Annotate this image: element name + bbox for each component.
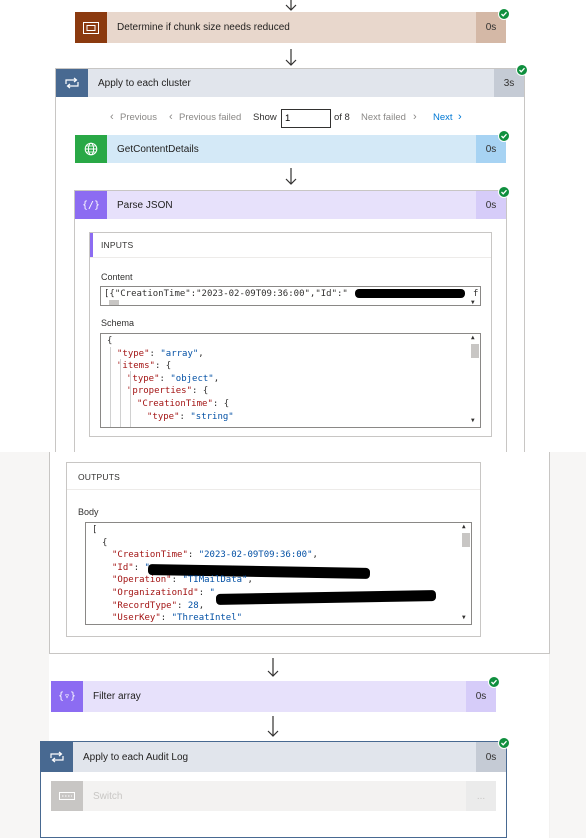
chevron-left-icon: ‹	[169, 111, 173, 123]
success-check-icon	[516, 64, 528, 76]
code-line: "Operation": "TIMailData",	[112, 575, 253, 586]
success-check-icon	[488, 676, 500, 688]
iteration-pager: ‹ Previous ‹ Previous failed Show of 8 N…	[0, 109, 586, 128]
flow-arrow-icon	[266, 658, 280, 677]
code-line: "items": {	[117, 361, 172, 372]
chevron-right-icon: ›	[458, 111, 462, 123]
switch-icon	[51, 781, 83, 811]
code-line: "RecordType": 28,	[112, 600, 205, 611]
previous-button[interactable]: Previous	[120, 112, 157, 123]
flow-arrow-icon	[284, 0, 298, 12]
inputs-header-divider	[90, 257, 491, 258]
inputs-header: INPUTS	[101, 240, 134, 250]
action-title: Apply to each cluster	[98, 77, 191, 89]
schema-scrollbar[interactable]: ▲ ▼	[470, 334, 480, 427]
code-line: "OrganizationId": "	[112, 588, 215, 598]
code-line: {	[107, 336, 113, 346]
body-scrollbar[interactable]: ▲ ▼	[461, 523, 471, 624]
content-label: Content	[101, 272, 133, 282]
code-line: "type": "string"	[147, 411, 234, 422]
more-options-button[interactable]: ...	[466, 781, 496, 811]
loop-icon	[56, 69, 88, 97]
schema-label: Schema	[101, 318, 135, 328]
chevron-up-icon[interactable]: ▲	[471, 334, 475, 341]
body-field[interactable]: ▲ ▼ [ { "CreationTime": "2023-02-09T09:36:…	[85, 522, 472, 625]
action-switch[interactable]: Switch ...	[51, 781, 496, 811]
code-line: "type": "array",	[117, 348, 204, 359]
action-filter-array[interactable]: {▿} Filter array 0s	[51, 681, 496, 712]
inputs-accent	[90, 233, 93, 257]
inputs-panel: INPUTS Content [{"CreationTime":"2023-02…	[89, 232, 492, 437]
chevron-right-icon: ›	[413, 111, 417, 123]
page-count-label: of 8	[334, 112, 350, 123]
code-line: "CreationTime": "2023-02-09T09:36:00",	[112, 550, 318, 561]
success-check-icon	[498, 737, 510, 749]
data-operation-icon: {/}	[75, 191, 107, 219]
scrollbar-thumb[interactable]	[462, 533, 470, 547]
flow-arrow-icon	[284, 168, 298, 185]
code-line: "Id": "	[112, 562, 150, 573]
action-determine-chunk-size[interactable]: Determine if chunk size needs reduced 0s	[75, 12, 506, 43]
redacted-value	[355, 289, 465, 298]
loop-icon	[41, 742, 73, 772]
flow-arrow-icon	[284, 49, 298, 66]
action-title: Determine if chunk size needs reduced	[117, 22, 290, 33]
code-line: "properties": {	[127, 386, 209, 397]
loop-apply-to-each-cluster[interactable]: Apply to each cluster 3s	[56, 69, 524, 97]
action-title: GetContentDetails	[117, 143, 199, 155]
redacted-value	[215, 590, 437, 605]
chevron-down-icon[interactable]: ▼	[471, 299, 475, 305]
schema-field[interactable]: ▲ ▼ {"type": "array", "items": {"type": "…	[100, 333, 481, 428]
content-field[interactable]: [{"CreationTime":"2023-02-09T09:36:00","…	[100, 286, 481, 306]
code-line: "UserKey": "ThreatIntel"	[112, 613, 243, 624]
content-hscroll-thumb[interactable]	[109, 300, 119, 305]
chevron-down-icon[interactable]: ▼	[462, 614, 466, 621]
action-title: Apply to each Audit Log	[83, 751, 189, 763]
next-button[interactable]: Next	[433, 112, 453, 123]
content-value: [{"CreationTime":"2023-02-09T09:36:00","…	[104, 289, 348, 299]
action-parse-json[interactable]: {/} Parse JSON 0s	[75, 191, 506, 219]
loop-apply-to-each-audit-log[interactable]: Apply to each Audit Log 0s	[41, 742, 506, 772]
previous-failed-button[interactable]: Previous failed	[179, 112, 241, 123]
indent-guide	[120, 359, 121, 427]
scrollbar-thumb[interactable]	[471, 344, 479, 358]
indent-guide	[130, 371, 131, 427]
code-line: {	[102, 537, 108, 548]
success-check-icon	[498, 130, 510, 142]
outputs-header-divider	[67, 489, 480, 490]
success-check-icon	[498, 8, 510, 20]
code-line: [	[92, 525, 98, 535]
compose-icon	[75, 12, 107, 43]
action-get-content-details[interactable]: GetContentDetails 0s	[75, 135, 506, 163]
chevron-down-icon[interactable]: ▼	[471, 417, 475, 424]
code-line: "CreationTime": {	[137, 399, 230, 409]
next-failed-button[interactable]: Next failed	[361, 112, 406, 123]
show-label: Show	[253, 112, 277, 123]
outputs-header: OUTPUTS	[78, 472, 121, 482]
action-title: Parse JSON	[117, 199, 173, 211]
globe-icon	[75, 135, 107, 163]
iteration-number-input[interactable]	[281, 109, 331, 128]
success-check-icon	[498, 186, 510, 198]
flow-arrow-icon	[266, 716, 280, 737]
lower-right-gutter	[550, 452, 586, 838]
body-label: Body	[78, 507, 99, 517]
action-title: Switch	[93, 790, 123, 802]
outputs-panel: OUTPUTS Body ▲ ▼ [ { "CreationTime": "2023…	[66, 462, 481, 637]
chevron-left-icon: ‹	[110, 111, 114, 123]
filter-icon: {▿}	[51, 681, 83, 712]
code-line: "type": "object",	[127, 373, 220, 384]
action-title: Filter array	[93, 691, 141, 702]
indent-guide	[110, 347, 111, 427]
chevron-up-icon[interactable]: ▲	[462, 523, 466, 530]
